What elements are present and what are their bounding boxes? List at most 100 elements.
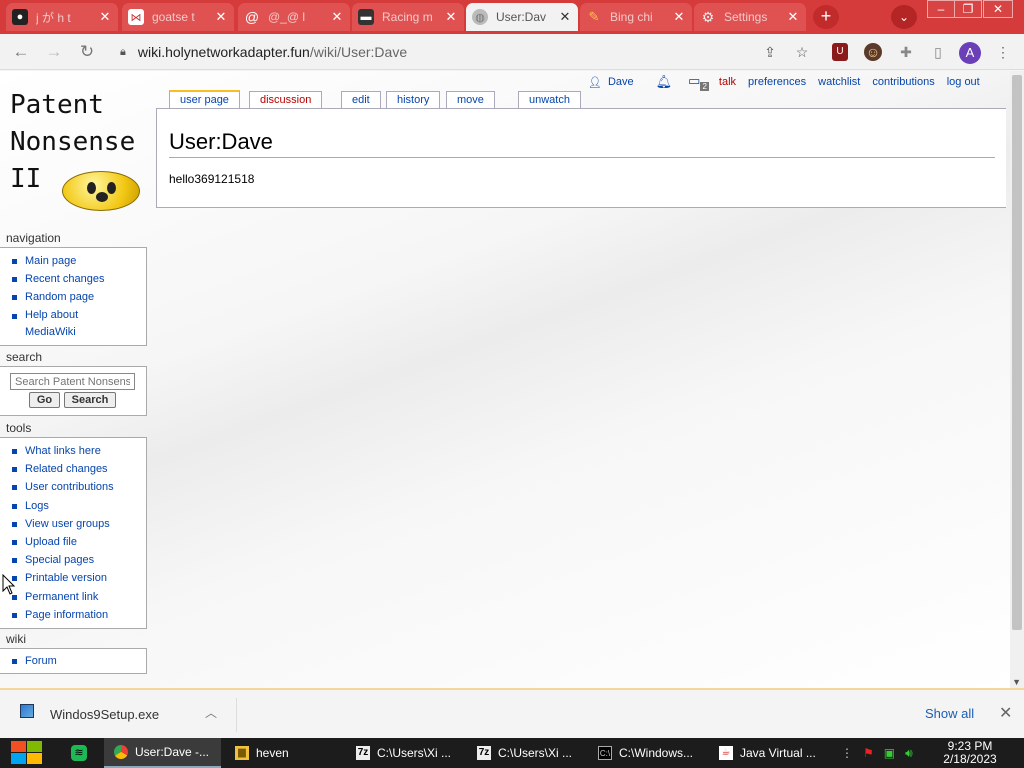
nav-link-help-continued[interactable]: MediaWiki — [12, 324, 146, 341]
wiki-logo[interactable]: Patent Nonsense II — [10, 87, 140, 211]
close-tab-icon[interactable]: ✕ — [330, 9, 344, 25]
taskbar-item[interactable]: 7z C:\Users\Xi ... — [346, 738, 463, 768]
new-tab-button[interactable]: + — [813, 5, 839, 29]
browser-tab[interactable]: ● j が h t ✕ — [6, 3, 118, 31]
browser-tab[interactable]: @ @_@ l ✕ — [238, 3, 350, 31]
tab-history[interactable]: history — [386, 91, 441, 108]
tab-discussion[interactable]: discussion — [249, 91, 323, 108]
contributions-link[interactable]: contributions — [872, 76, 934, 88]
spotify-icon[interactable]: ≋ — [71, 745, 87, 761]
bookmark-star-icon[interactable]: ☆ — [792, 43, 812, 61]
tab-user-page[interactable]: user page — [169, 90, 240, 108]
reload-icon[interactable]: ↻ — [76, 41, 98, 63]
smiley-eye — [107, 182, 116, 194]
browser-tab[interactable]: ▬ Racing m ✕ — [352, 3, 464, 31]
tab-label: Settings — [724, 10, 768, 24]
tab-label: @_@ l — [268, 10, 306, 24]
extension-avatar-icon[interactable]: ☺ — [864, 43, 882, 61]
tool-link[interactable]: Related changes — [12, 460, 146, 478]
show-all-button[interactable]: Show all — [925, 706, 974, 721]
notifications-icon[interactable]: ▭ 2 — [688, 73, 709, 91]
7zip-icon: 7z — [356, 746, 370, 760]
browser-toolbar: ← → ↻ 🔒︎ wiki.holynetworkadapter.fun/wik… — [0, 34, 1024, 70]
taskbar-item[interactable]: User:Dave -... — [104, 738, 221, 768]
browser-tab-active[interactable]: ◍ User:Dav ✕ — [466, 3, 578, 31]
cmd-icon: C:\ — [598, 746, 612, 760]
volume-icon[interactable]: 🔊︎ — [905, 746, 913, 761]
nav-link-main-page[interactable]: Main page — [12, 252, 146, 270]
tool-link[interactable]: View user groups — [12, 515, 146, 533]
tool-link[interactable]: Page information — [12, 606, 146, 624]
close-tab-icon[interactable]: ✕ — [98, 9, 112, 25]
puzzle-extensions-icon[interactable]: ✚ — [896, 43, 916, 61]
tool-link[interactable]: What links here — [12, 442, 146, 460]
go-button[interactable]: Go — [29, 392, 60, 408]
tool-link[interactable]: Upload file — [12, 533, 146, 551]
tool-link[interactable]: Printable version — [12, 569, 146, 587]
download-bar: Windos9Setup.exe ︿ Show all ✕ — [0, 688, 1024, 738]
forward-arrow-icon[interactable]: → — [43, 41, 65, 63]
profile-avatar[interactable]: A — [959, 42, 981, 64]
taskbar-item[interactable]: ▆ heven — [225, 738, 342, 768]
gear-icon: ⚙ — [701, 8, 715, 25]
tool-link[interactable]: Special pages — [12, 551, 146, 569]
action-center-flag-icon[interactable]: ⚑ — [863, 746, 874, 760]
browser-tab[interactable]: ⚙ Settings ✕ — [694, 3, 806, 31]
network-icon[interactable]: ▣ — [884, 746, 895, 760]
scrollbar[interactable]: ▼ — [1010, 71, 1024, 689]
preferences-link[interactable]: preferences — [748, 76, 806, 88]
butterfly-icon: ⋈ — [128, 9, 144, 25]
talk-link[interactable]: talk — [719, 76, 736, 88]
address-bar[interactable]: 🔒︎ wiki.holynetworkadapter.fun/wiki/User… — [112, 38, 828, 66]
tray-overflow-icon[interactable]: ⋮ — [841, 746, 853, 760]
forum-link[interactable]: Forum — [12, 652, 146, 670]
share-icon[interactable]: ⇪ — [760, 43, 780, 61]
close-tab-icon[interactable]: ✕ — [672, 9, 686, 25]
bell-icon[interactable]: 🔔︎ — [656, 74, 673, 90]
tab-unwatch[interactable]: unwatch — [518, 91, 581, 108]
close-tab-icon[interactable]: ✕ — [214, 9, 228, 25]
nav-link-help[interactable]: Help about — [12, 307, 146, 324]
tab-move[interactable]: move — [446, 91, 495, 108]
minimize-icon[interactable]: – — [927, 0, 955, 18]
kebab-menu-icon[interactable]: ⋮ — [993, 43, 1013, 61]
close-window-icon[interactable]: ✕ — [983, 0, 1013, 18]
download-filename[interactable]: Windos9Setup.exe — [50, 707, 159, 722]
logout-link[interactable]: log out — [947, 76, 980, 88]
7zip-icon: 7z — [477, 746, 491, 760]
back-arrow-icon[interactable]: ← — [10, 41, 32, 63]
close-tab-icon[interactable]: ✕ — [786, 9, 800, 25]
browser-tab[interactable]: ✎ Bing chi ✕ — [580, 3, 692, 31]
taskbar-item[interactable]: 7z C:\Users\Xi ... — [467, 738, 584, 768]
nav-link-random-page[interactable]: Random page — [12, 288, 146, 306]
divider — [236, 698, 237, 732]
folder-icon: ▆ — [235, 746, 249, 760]
username-link[interactable]: Dave — [608, 76, 634, 88]
watchlist-link[interactable]: watchlist — [818, 76, 860, 88]
tool-link[interactable]: Permanent link — [12, 588, 146, 606]
tab-edit[interactable]: edit — [341, 91, 381, 108]
ublock-icon[interactable]: U — [832, 43, 848, 61]
scroll-down-arrow-icon[interactable]: ▼ — [1012, 677, 1021, 687]
scrollbar-thumb[interactable] — [1012, 75, 1022, 630]
taskbar-item[interactable]: C:\ C:\Windows... — [588, 738, 705, 768]
close-tab-icon[interactable]: ✕ — [444, 9, 458, 25]
clock-date: 2/18/2023 — [943, 752, 997, 766]
tool-link[interactable]: User contributions — [12, 478, 146, 496]
search-input[interactable] — [10, 373, 135, 390]
restore-icon[interactable]: ❐ — [954, 0, 982, 18]
taskbar-clock[interactable]: 9:23 PM 2/18/2023 — [936, 740, 1004, 766]
windows-start-icon[interactable] — [11, 741, 43, 765]
search-button[interactable]: Search — [64, 392, 116, 408]
user-icon: 👤︎ — [588, 76, 602, 89]
close-icon[interactable]: ✕ — [999, 703, 1012, 723]
close-tab-icon[interactable]: ✕ — [558, 9, 572, 25]
chevron-up-icon[interactable]: ︿ — [205, 704, 217, 721]
page-body-text: hello369121518 — [169, 172, 255, 186]
side-panel-icon[interactable]: ▯ — [928, 43, 948, 61]
tab-search-chevron-icon[interactable]: ⌄ — [891, 5, 917, 29]
browser-tab[interactable]: ⋈ goatse t ✕ — [122, 3, 234, 31]
taskbar-item[interactable]: ☕︎ Java Virtual ... — [709, 738, 826, 768]
tool-link[interactable]: Logs — [12, 497, 146, 515]
nav-link-recent-changes[interactable]: Recent changes — [12, 270, 146, 288]
